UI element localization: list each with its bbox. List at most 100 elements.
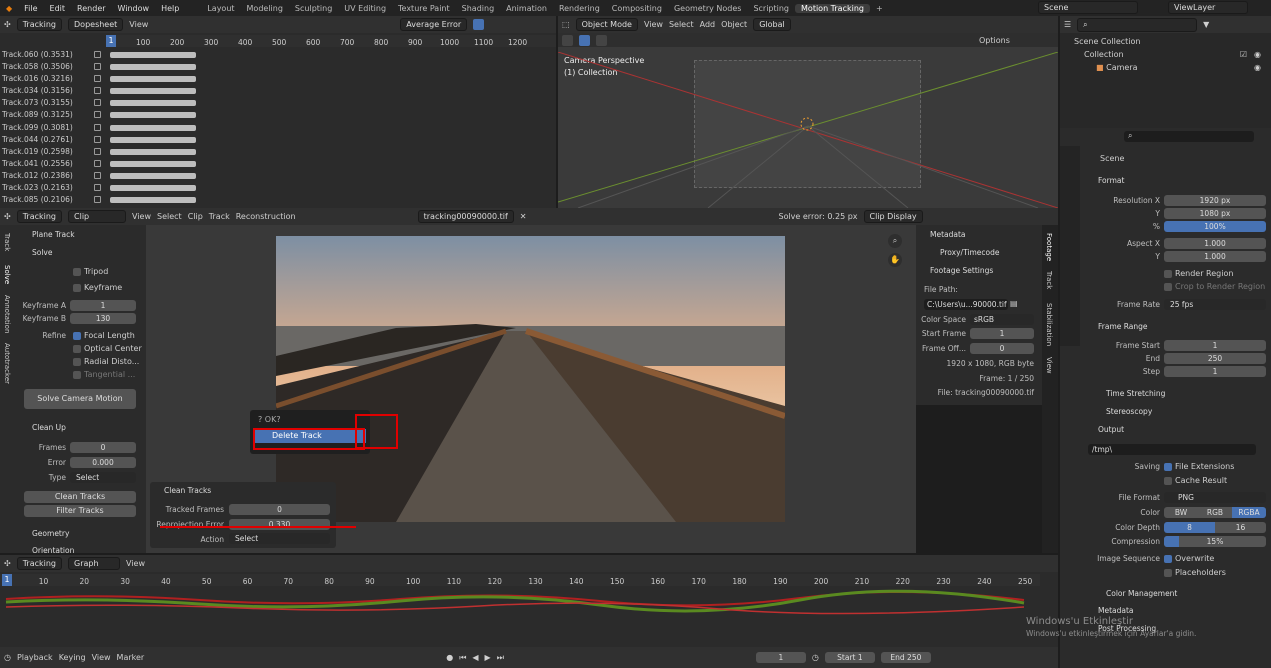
color-space-select[interactable]: sRGB [970, 314, 1034, 325]
clip-file-field[interactable]: tracking00090000.tif [417, 210, 514, 223]
track-row[interactable]: Track.044 (0.2761) [0, 134, 556, 146]
properties-search[interactable]: ⌕ [1124, 131, 1254, 142]
placeholders-checkbox[interactable]: Placeholders [1164, 568, 1226, 577]
tab-geometry-nodes[interactable]: Geometry Nodes [668, 4, 747, 13]
lock-icon[interactable] [94, 63, 101, 71]
vtab-stabilization[interactable]: Stabilization [1045, 303, 1053, 346]
keying-menu[interactable]: Keying [59, 653, 86, 662]
resolution-y-field[interactable]: 1080 px [1164, 208, 1266, 219]
3d-viewport[interactable]: ⬚ Object Mode View Select Add Object Glo… [558, 16, 1058, 208]
color-bw-button[interactable]: BW [1164, 507, 1198, 518]
add-menu[interactable]: Add [700, 20, 716, 29]
tab-scripting[interactable]: Scripting [747, 4, 795, 13]
frame-step-field[interactable]: 1 [1164, 366, 1266, 377]
tab-motion-tracking[interactable]: Motion Tracking [795, 3, 870, 13]
track-keyframe-bar[interactable] [110, 172, 196, 179]
geometry-section[interactable]: Geometry [32, 529, 69, 538]
end-frame-timeline[interactable]: End 250 [880, 652, 931, 663]
clip-view-menu[interactable]: View [132, 212, 151, 221]
filter-tracks-button[interactable]: Filter Tracks [24, 505, 136, 517]
depth-16-button[interactable]: 16 [1215, 522, 1266, 533]
track-keyframe-bar[interactable] [110, 64, 196, 71]
graph-playhead[interactable]: 1 [2, 574, 12, 586]
graph-view-menu[interactable]: View [126, 559, 145, 568]
timeline-editor-icon[interactable]: ◷ [4, 653, 11, 662]
time-stretching-section[interactable]: Time Stretching [1106, 389, 1165, 398]
editor-type-icon[interactable]: ✣ [4, 212, 11, 221]
track-keyframe-bar[interactable] [110, 136, 196, 143]
lock-icon[interactable] [94, 147, 101, 155]
keyframe-a-field[interactable]: 1 [70, 300, 136, 311]
lock-icon[interactable] [94, 196, 101, 204]
color-rgba-button[interactable]: RGBA [1232, 507, 1266, 518]
lock-icon[interactable] [94, 99, 101, 107]
current-frame-field[interactable]: 1 [755, 652, 806, 663]
close-icon[interactable]: ✕ [520, 212, 527, 221]
editor-type-icon[interactable]: ✣ [4, 559, 11, 568]
object-menu[interactable]: Object [721, 20, 747, 29]
clip-reconstruction-menu[interactable]: Reconstruction [236, 212, 296, 221]
tab-uv-editing[interactable]: UV Editing [338, 4, 392, 13]
menu-window[interactable]: Window [112, 4, 156, 13]
scene-selector[interactable]: Scene [1038, 1, 1138, 14]
play-icon[interactable]: ▶ [485, 653, 491, 662]
solve-section[interactable]: Solve [32, 248, 53, 257]
folder-icon[interactable]: ▤ [1010, 299, 1018, 308]
start-frame-timeline[interactable]: Start 1 [824, 652, 875, 663]
plane-track-section[interactable]: Plane Track [32, 230, 75, 239]
track-keyframe-bar[interactable] [110, 185, 196, 192]
metadata-section-props[interactable]: Metadata [1098, 606, 1134, 615]
dopesheet-view-menu[interactable]: View [129, 20, 148, 29]
tab-modeling[interactable]: Modeling [241, 4, 289, 13]
select-mode-icon[interactable] [596, 34, 607, 46]
blender-logo-icon[interactable]: ◆ [0, 4, 18, 13]
lock-icon[interactable] [94, 87, 101, 95]
refine-tangential[interactable]: Tangential ... [73, 370, 135, 379]
keyframe-b-field[interactable]: 130 [70, 313, 136, 324]
track-keyframe-bar[interactable] [110, 160, 196, 167]
aspect-y-field[interactable]: 1.000 [1164, 251, 1266, 262]
lock-icon[interactable] [94, 159, 101, 167]
file-path-field[interactable]: C:\Users\u...90000.tif [924, 299, 1008, 310]
timeline-view-menu[interactable]: View [92, 653, 111, 662]
cache-result-checkbox[interactable]: Cache Result [1164, 476, 1227, 485]
compression-slider[interactable]: 15% [1164, 536, 1266, 547]
track-keyframe-bar[interactable] [110, 124, 196, 131]
color-rgb-button[interactable]: RGB [1198, 507, 1232, 518]
graph-mode-select[interactable]: Graph [68, 557, 121, 570]
eye-icon[interactable]: ◉ [1254, 63, 1261, 72]
lock-icon[interactable] [94, 135, 101, 143]
tab-rendering[interactable]: Rendering [553, 4, 606, 13]
menu-file[interactable]: File [18, 4, 43, 13]
scene-collection-item[interactable]: Scene Collection [1074, 37, 1257, 50]
orientation-section[interactable]: Orientation [32, 546, 74, 555]
track-keyframe-bar[interactable] [110, 112, 196, 119]
record-icon[interactable]: ● [446, 653, 453, 662]
operator-title[interactable]: Clean Tracks [164, 486, 211, 495]
clip-track-menu[interactable]: Track [209, 212, 230, 221]
track-keyframe-bar[interactable] [110, 100, 196, 107]
track-row[interactable]: Track.012 (0.2386) [0, 170, 556, 182]
tripod-checkbox[interactable]: Tripod [73, 267, 108, 276]
tab-texture-paint[interactable]: Texture Paint [392, 4, 456, 13]
play-reverse-icon[interactable]: ◀ [472, 653, 478, 662]
track-row[interactable]: Track.058 (0.3506) [0, 61, 556, 73]
file-extensions-checkbox[interactable]: File Extensions [1164, 462, 1234, 471]
editor-type-icon[interactable]: ✣ [4, 20, 11, 29]
reprojection-error-field[interactable]: 0.330 [229, 519, 330, 530]
refine-optical-center[interactable]: Optical Center [73, 344, 142, 353]
tab-shading[interactable]: Shading [456, 4, 501, 13]
tracked-frames-field[interactable]: 0 [229, 504, 330, 515]
render-region-checkbox[interactable]: Render Region [1164, 269, 1233, 278]
start-frame-field[interactable]: 1 [970, 328, 1034, 339]
filter-icon[interactable]: ▼ [1203, 20, 1209, 29]
format-section[interactable]: Format [1098, 176, 1124, 185]
eye-icon[interactable]: ◉ [1254, 50, 1261, 59]
solve-camera-motion-button[interactable]: Solve Camera Motion [24, 389, 136, 409]
dopesheet-editor-select[interactable]: Tracking [16, 18, 63, 31]
tab-animation[interactable]: Animation [500, 4, 553, 13]
clean-error-field[interactable]: 0.000 [70, 457, 136, 468]
frame-start-field[interactable]: 1 [1164, 340, 1266, 351]
vtab-view[interactable]: View [1045, 357, 1053, 374]
clean-frames-field[interactable]: 0 [70, 442, 136, 453]
